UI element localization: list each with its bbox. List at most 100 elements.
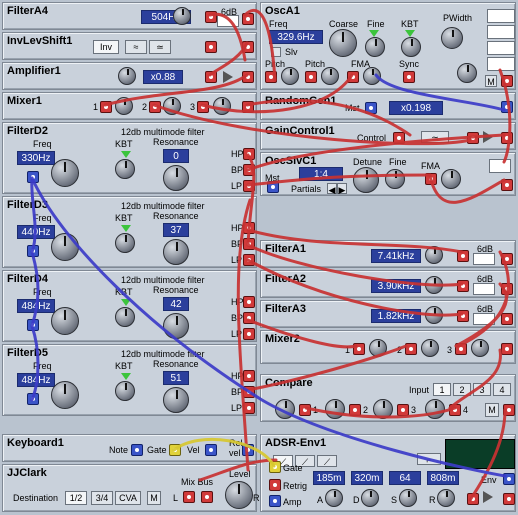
level3-knob[interactable]: [471, 339, 489, 357]
retrig-jack[interactable]: [269, 479, 281, 491]
rel-vel-jack[interactable]: [242, 444, 254, 456]
fma-knob[interactable]: [441, 169, 461, 189]
module-compare[interactable]: Compare Input 1 2 3 4 1 2 3 4 M: [260, 374, 516, 422]
output-jack[interactable]: [501, 313, 513, 325]
module-osca1[interactable]: OscA1 Freq 329.6Hz Slv Coarse Fine KBT P…: [260, 2, 516, 90]
res-knob[interactable]: [163, 313, 189, 339]
input-jack[interactable]: [467, 493, 479, 505]
module-invlevshift1[interactable]: InvLevShift1 Inv ≈ ≃: [2, 32, 257, 60]
module-amplifier1[interactable]: Amplifier1 x0.88: [2, 62, 257, 90]
freq-display[interactable]: 329.6Hz: [269, 30, 323, 44]
level1-knob[interactable]: [115, 97, 133, 115]
output-jack[interactable]: [242, 13, 254, 25]
input-1-button[interactable]: 1: [433, 383, 451, 396]
fine-knob[interactable]: [365, 37, 385, 57]
kbt-knob[interactable]: [115, 159, 135, 179]
input-2-jack[interactable]: [397, 404, 409, 416]
ratio-display[interactable]: 1:4: [299, 167, 343, 181]
module-filterd5[interactable]: FilterD5 12db multimode filter Freq 484H…: [2, 344, 257, 416]
level1-knob[interactable]: [325, 399, 345, 419]
output-jack[interactable]: [501, 132, 513, 144]
freq-display[interactable]: 484Hz: [17, 299, 55, 313]
input-a-jack[interactable]: [299, 404, 311, 416]
res-knob[interactable]: [163, 165, 189, 191]
lp-jack[interactable]: [243, 254, 255, 266]
control-jack[interactable]: [393, 132, 405, 144]
module-filterd4[interactable]: FilterD4 12db multimode filter Freq 484H…: [2, 270, 257, 342]
kbt-knob[interactable]: [115, 307, 135, 327]
output-jack[interactable]: [503, 404, 515, 416]
detune-knob[interactable]: [353, 167, 379, 193]
mst-jack[interactable]: [365, 102, 377, 114]
mode-button[interactable]: ≃: [421, 131, 449, 143]
mst-jack[interactable]: [267, 181, 279, 193]
vel-jack[interactable]: [205, 444, 217, 456]
input-jack[interactable]: [457, 280, 469, 292]
in1-jack[interactable]: [353, 343, 365, 355]
res-display[interactable]: 42: [163, 297, 189, 311]
dest-3-4-button[interactable]: 3/4: [91, 491, 113, 505]
amp-jack[interactable]: [269, 495, 281, 507]
freq-knob[interactable]: [51, 307, 79, 335]
freq-knob[interactable]: [425, 276, 443, 294]
freq-knob[interactable]: [51, 159, 79, 187]
wave-tri-button[interactable]: [487, 25, 515, 39]
lp-jack[interactable]: [243, 180, 255, 192]
bp-jack[interactable]: [243, 312, 255, 324]
freq-display[interactable]: 440Hz: [17, 225, 55, 239]
module-oscslvc1[interactable]: OscSlvC1 Mst 1:4 Partials ◀ ▶ Detune Fin…: [260, 152, 516, 196]
output-jack[interactable]: [503, 493, 515, 505]
wave-square-button[interactable]: [487, 57, 515, 71]
attack-knob[interactable]: [325, 489, 343, 507]
pwidth-knob[interactable]: [441, 27, 463, 49]
kbt-knob[interactable]: [115, 381, 135, 401]
module-gaincontrol1[interactable]: GainControl1 Control ≃: [260, 122, 516, 150]
output-jack[interactable]: [501, 101, 513, 113]
level1-knob[interactable]: [369, 339, 387, 357]
output-jack[interactable]: [242, 101, 254, 113]
sustain-knob[interactable]: [399, 489, 417, 507]
gain-display[interactable]: x0.88: [143, 70, 183, 84]
freq-display[interactable]: 484Hz: [17, 373, 55, 387]
freq-display[interactable]: 1.82kHz: [371, 309, 421, 323]
fma-knob[interactable]: [363, 67, 381, 85]
freq-display[interactable]: 330Hz: [17, 151, 55, 165]
bp-jack[interactable]: [243, 164, 255, 176]
partials-next-button[interactable]: ▶: [337, 183, 347, 195]
freq-knob[interactable]: [51, 381, 79, 409]
input-3-jack[interactable]: [449, 404, 461, 416]
level-knob[interactable]: [275, 399, 295, 419]
gate-jack[interactable]: [269, 461, 281, 473]
output-jack[interactable]: [501, 343, 513, 355]
level2-knob[interactable]: [373, 399, 393, 419]
level2-knob[interactable]: [421, 339, 439, 357]
res-display[interactable]: 51: [163, 371, 189, 385]
mode-bipolar-button[interactable]: ≈: [125, 40, 147, 54]
freq-knob[interactable]: [51, 233, 79, 261]
mode-unipolar-button[interactable]: ≃: [149, 40, 171, 54]
output-jack[interactable]: [242, 71, 254, 83]
freq-knob[interactable]: [173, 7, 191, 25]
freq-mod-jack[interactable]: [27, 393, 39, 405]
fma-jack[interactable]: [347, 71, 359, 83]
output-jack[interactable]: [501, 179, 513, 191]
fine-knob[interactable]: [385, 169, 405, 189]
pitch1-jack[interactable]: [265, 71, 277, 83]
module-filtera4[interactable]: FilterA4 504Hz 6dB: [2, 2, 257, 30]
res-knob[interactable]: [163, 239, 189, 265]
fma-jack[interactable]: [425, 173, 437, 185]
level2-knob[interactable]: [163, 97, 181, 115]
mute-button[interactable]: M: [485, 403, 499, 417]
wave-saw-button[interactable]: [487, 41, 515, 55]
input-4-button[interactable]: 4: [493, 383, 511, 396]
module-keyboard1[interactable]: Keyboard1 Note Gate Vel Rel vel: [2, 434, 257, 462]
level-knob[interactable]: [225, 481, 253, 509]
input-jack[interactable]: [457, 310, 469, 322]
sync-knob[interactable]: [457, 63, 477, 83]
mute-button[interactable]: M: [485, 75, 497, 87]
input-jack[interactable]: [467, 132, 479, 144]
mute-button[interactable]: M: [147, 491, 161, 505]
module-filtera2[interactable]: FilterA2 3.90kHz 6dB: [260, 270, 516, 298]
output-jack[interactable]: [501, 283, 513, 295]
in1-jack[interactable]: [100, 101, 112, 113]
